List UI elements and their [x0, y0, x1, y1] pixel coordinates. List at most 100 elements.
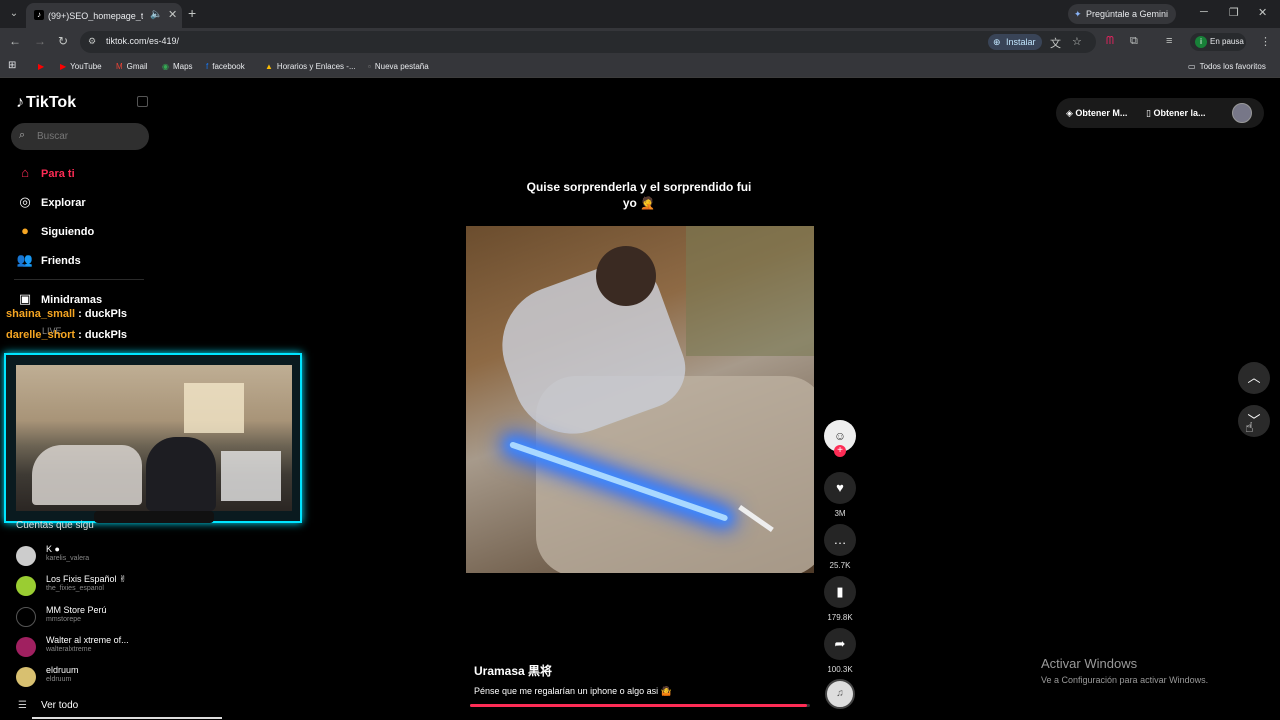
following-accounts-header: Cuentas que sigu	[16, 520, 94, 531]
video-caption-overlay: Quise sorprenderla y el sorprendido fui …	[526, 180, 752, 210]
webcam-window	[184, 383, 244, 433]
install-app-button[interactable]: Instalar	[988, 34, 1042, 50]
browser-toolbar: ← → ↻ ⚙ tiktok.com/es-419/ Instalar 文 ☆ …	[0, 28, 1280, 56]
mouse-cursor-icon: ☝	[1245, 419, 1254, 435]
get-coins-button[interactable]: ◈ Obtener M...	[1066, 108, 1127, 119]
nav-friends[interactable]: 👥 Friends	[15, 252, 81, 272]
avatar	[16, 667, 36, 687]
account-item[interactable]: Walter al xtreme of... walteralxtreme	[16, 635, 156, 665]
webcam-monitor	[221, 451, 281, 501]
translate-icon[interactable]: 文	[1050, 35, 1061, 51]
following-avatar-icon: ●	[21, 223, 29, 238]
profile-avatar[interactable]	[1232, 103, 1252, 123]
comment-count: 25.7K	[829, 561, 851, 570]
minimize-button[interactable]: ─	[1200, 6, 1208, 18]
windows-activation-watermark: Activar Windows Ve a Configuración para …	[1041, 656, 1209, 685]
search-placeholder: Buscar	[37, 131, 69, 142]
tab-close-icon[interactable]: ✕	[168, 8, 177, 21]
sidebar-scroll-indicator	[32, 717, 222, 719]
apps-grid-icon[interactable]: ⊞	[8, 60, 16, 71]
video-description: Pénse que me regalarían un iphone o algo…	[474, 686, 672, 696]
site-info-icon[interactable]: ⚙	[88, 36, 96, 47]
extension-m-icon[interactable]: ᗰ	[1106, 35, 1114, 48]
get-app-button[interactable]: ▯ Obtener la...	[1146, 108, 1205, 119]
film-icon: ▣	[18, 291, 32, 306]
like-action[interactable]: ♥ 3M	[824, 472, 856, 518]
tab-search-button[interactable]: ⌄	[6, 6, 22, 22]
bookmark-gmail[interactable]: M Gmail	[116, 62, 148, 71]
video-player[interactable]	[466, 226, 814, 573]
tiktok-favicon-icon: ♪	[34, 10, 44, 20]
nav-para-ti[interactable]: ⌂ Para ti	[15, 165, 75, 185]
close-window-button[interactable]: ✕	[1258, 6, 1267, 19]
extensions-puzzle-icon[interactable]: ⧉	[1130, 35, 1138, 48]
bookmark-star-icon[interactable]: ☆	[1072, 35, 1082, 48]
see-all-button[interactable]: ☰ Ver todo	[18, 700, 78, 711]
video-person-head	[596, 246, 656, 306]
new-tab-button[interactable]: +	[188, 5, 196, 21]
back-icon[interactable]: ←	[9, 34, 21, 48]
tiktok-note-icon: ♪	[16, 94, 24, 111]
search-input[interactable]: ⌕ Buscar	[11, 123, 149, 150]
avatar	[16, 607, 36, 627]
bookmarks-bar: ⊞ ▶ ▶ YouTube M Gmail ◉ Maps f facebook ▲ Hor…	[0, 56, 1280, 78]
video-author[interactable]: Uramasa 黒将	[474, 662, 552, 679]
share-count: 100.3K	[827, 665, 853, 674]
url-text: tiktok.com/es-419/	[106, 36, 180, 46]
heart-icon[interactable]: ♥	[824, 472, 856, 504]
media-controls-icon[interactable]: ≡	[1166, 35, 1172, 47]
bookmark-maps[interactable]: ◉ Maps	[162, 62, 193, 71]
account-item[interactable]: Los Fixis Español ✌ the_fixies_espanol	[16, 574, 156, 604]
webcam-overlay	[4, 353, 302, 523]
account-item[interactable]: K ● karelis_valera	[16, 544, 156, 574]
speaker-icon[interactable]: 🔈	[150, 9, 162, 20]
share-icon[interactable]: ➦	[824, 628, 856, 660]
compass-icon: ◎	[19, 194, 31, 209]
browser-tab[interactable]: ♪ (99+)SEO_homepage_title 🔈 ✕	[26, 3, 182, 28]
chrome-menu-icon[interactable]: ⋮	[1260, 35, 1271, 48]
video-progress-fill	[470, 704, 807, 707]
nav-siguiendo[interactable]: ● Siguiendo	[15, 223, 94, 243]
profile-paused-button[interactable]: En pausa	[1190, 33, 1246, 51]
home-icon: ⌂	[21, 165, 29, 180]
tiktok-logo[interactable]: ♪ TikTok	[16, 94, 76, 112]
music-disc-icon[interactable]: ♫	[825, 679, 855, 709]
list-icon: ☰	[18, 700, 27, 711]
comment-action[interactable]: … 25.7K	[824, 524, 856, 570]
gemini-button[interactable]: Pregúntale a Gemini	[1068, 4, 1176, 24]
restore-button[interactable]: ❐	[1229, 6, 1239, 19]
comment-icon[interactable]: …	[824, 524, 856, 556]
webcam-feed	[16, 365, 292, 511]
reload-icon[interactable]: ↻	[58, 34, 68, 48]
share-action[interactable]: ➦ 100.3K	[824, 628, 856, 674]
save-count: 179.8K	[827, 613, 853, 622]
bookmark-horarios[interactable]: ▲ Horarios y Enlaces -...	[265, 62, 356, 71]
save-action[interactable]: ▮ 179.8K	[824, 576, 856, 622]
avatar	[16, 546, 36, 566]
forward-icon[interactable]: →	[34, 34, 46, 48]
account-item[interactable]: eldruum eldruum	[16, 665, 156, 695]
webcam-person	[146, 437, 216, 511]
nav-divider	[14, 279, 144, 280]
friends-icon: 👥	[16, 252, 34, 267]
next-video-button[interactable]: ﹀	[1238, 405, 1270, 437]
previous-video-button[interactable]: ︿	[1238, 362, 1270, 394]
nav-explorar[interactable]: ◎ Explorar	[15, 194, 85, 214]
video-wall	[686, 226, 814, 356]
collapse-sidebar-icon[interactable]	[137, 96, 148, 107]
bookmark-youtube[interactable]: ▶ YouTube	[60, 62, 102, 71]
account-item[interactable]: MM Store Perú mmstorepe	[16, 605, 156, 635]
webcam-frame-bar	[94, 511, 214, 523]
address-bar[interactable]: ⚙ tiktok.com/es-419/ Instalar 文 ☆	[80, 31, 1096, 53]
bookmark-facebook[interactable]: f facebook	[206, 62, 245, 71]
youtube-bookmark-icon[interactable]: ▶	[38, 62, 44, 71]
video-progress-bar[interactable]	[470, 704, 810, 707]
creator-avatar[interactable]: ☺ +	[824, 420, 856, 457]
bookmark-icon[interactable]: ▮	[824, 576, 856, 608]
webcam-bed	[32, 445, 142, 505]
top-actions-bar: ◈ Obtener M... ▯ Obtener la...	[1056, 98, 1264, 128]
follow-plus-icon[interactable]: +	[834, 445, 846, 457]
bookmark-new-tab[interactable]: ▫ Nueva pestaña	[368, 62, 429, 71]
all-bookmarks[interactable]: ▭ Todos los favoritos	[1188, 62, 1266, 71]
search-icon: ⌕	[19, 129, 26, 141]
